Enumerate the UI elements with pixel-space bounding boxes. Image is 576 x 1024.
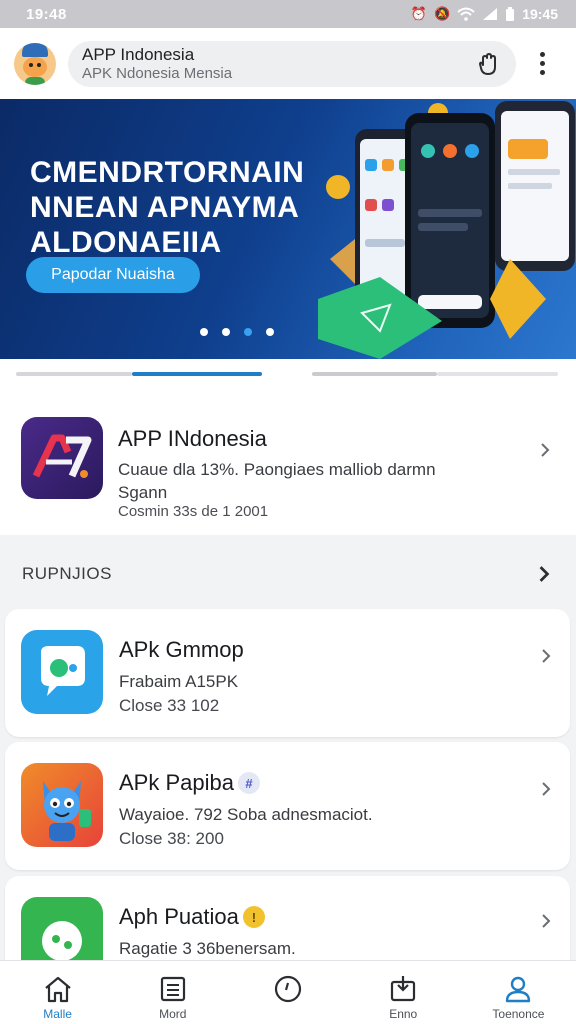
carousel-dot[interactable] [222, 328, 230, 336]
app-meta: Close 33 102 [119, 696, 220, 715]
app-list-item[interactable]: APk Papiba # Wayaioe. 792 Soba adnesmaci… [5, 742, 570, 870]
hand-icon[interactable] [474, 50, 502, 78]
chevron-right-icon[interactable] [536, 566, 552, 582]
bottom-navigation: Malle Mord Enno Toenonce [0, 960, 576, 1024]
featured-app-meta: Cosmin 33s de 1 2001 [118, 503, 269, 520]
status-bar: 19:48 ⏰ 🔕 19:45 [0, 0, 576, 28]
featured-app-card[interactable]: APP INdonesia Cuaue dla 13%. Paongiaes m… [0, 400, 576, 535]
download-icon [387, 973, 419, 1005]
chevron-right-icon[interactable] [539, 649, 553, 663]
list-icon [157, 973, 189, 1005]
phones-illustration [318, 101, 575, 359]
home-icon [42, 973, 74, 1005]
search-subtitle: APK Ndonesia Mensia [82, 64, 233, 82]
promo-banner[interactable]: CMENDRTORNAIN NNEAN APNAYMA ALDONAEIIA P… [0, 99, 576, 359]
carousel-dot[interactable] [266, 328, 274, 336]
app-name: Aph Puatioa ! [119, 904, 265, 930]
clock-icon [272, 973, 304, 1005]
status-time: 19:48 [26, 5, 67, 23]
tab-indicator-inactive[interactable] [312, 372, 437, 376]
nav-item-home[interactable]: Malle [0, 961, 115, 1024]
search-bar[interactable]: APP Indonesia APK Ndonesia Mensia [68, 40, 516, 87]
carousel-dots[interactable] [200, 328, 274, 336]
more-options-icon[interactable] [532, 52, 552, 75]
avatar[interactable] [14, 42, 56, 85]
carousel-dot[interactable] [244, 328, 252, 336]
status-icons: ⏰ 🔕 19:45 [411, 6, 558, 22]
mute-icon: 🔕 [434, 6, 451, 22]
wifi-icon [457, 7, 475, 21]
hash-badge-icon: # [237, 772, 260, 794]
section-title: RUPNJIOS [22, 564, 112, 583]
nav-item-clock[interactable] [230, 961, 345, 1024]
status-clock-right: 19:45 [522, 6, 558, 22]
warning-badge-icon: ! [242, 906, 265, 928]
nav-label: Mord [159, 1007, 187, 1021]
nav-label: Toenonce [492, 1007, 545, 1021]
nav-item-list[interactable]: Mord [115, 961, 230, 1024]
person-icon [502, 973, 534, 1005]
app-list-item[interactable]: APk Gmmop Frabaim A15PK Close 33 102 [5, 609, 570, 737]
nav-label: Malle [43, 1007, 72, 1021]
nav-item-profile[interactable]: Toenonce [461, 961, 576, 1024]
app-name: APk Gmmop [119, 637, 244, 662]
app-meta: Close 38: 200 [119, 829, 224, 848]
app-description: Frabaim A15PK [119, 672, 239, 691]
section-header[interactable]: RUPNJIOS [0, 550, 576, 596]
alarm-icon: ⏰ [410, 6, 427, 22]
mascot-app-icon [21, 763, 103, 847]
banner-title: CMENDRTORNAIN NNEAN APNAYMA ALDONAEIIA [30, 156, 305, 259]
search-title: APP Indonesia [82, 45, 195, 65]
battery-icon [506, 6, 515, 21]
tab-indicator-inactive[interactable] [437, 372, 558, 376]
nav-label: Enno [389, 1007, 418, 1021]
tab-strip[interactable] [0, 359, 576, 400]
carousel-dot[interactable] [200, 328, 208, 336]
featured-app-description: Cuaue dla 13%. Paongiaes malliob darmn S… [118, 460, 436, 502]
search-text: APP Indonesia APK Ndonesia Mensia [82, 45, 474, 82]
chevron-right-icon[interactable] [539, 782, 553, 796]
featured-app-name: APP INdonesia [118, 426, 267, 451]
banner-button[interactable]: Papodar Nuaisha [26, 257, 200, 293]
app-description: Ragatie 3 36benersam. [119, 939, 296, 958]
tab-indicator-active[interactable] [132, 372, 262, 376]
chevron-right-icon[interactable] [539, 914, 553, 928]
app-bar: APP Indonesia APK Ndonesia Mensia [0, 28, 576, 99]
nav-item-download[interactable]: Enno [346, 961, 461, 1024]
app-description: Wayaioe. 792 Soba adnesmaciot. [119, 805, 373, 824]
chevron-right-icon[interactable] [538, 443, 552, 457]
featured-app-icon [21, 417, 103, 499]
app-name: APk Papiba # [119, 770, 260, 796]
tab-indicator-inactive[interactable] [16, 372, 132, 376]
signal-icon [483, 8, 498, 20]
chat-app-icon [21, 630, 103, 714]
